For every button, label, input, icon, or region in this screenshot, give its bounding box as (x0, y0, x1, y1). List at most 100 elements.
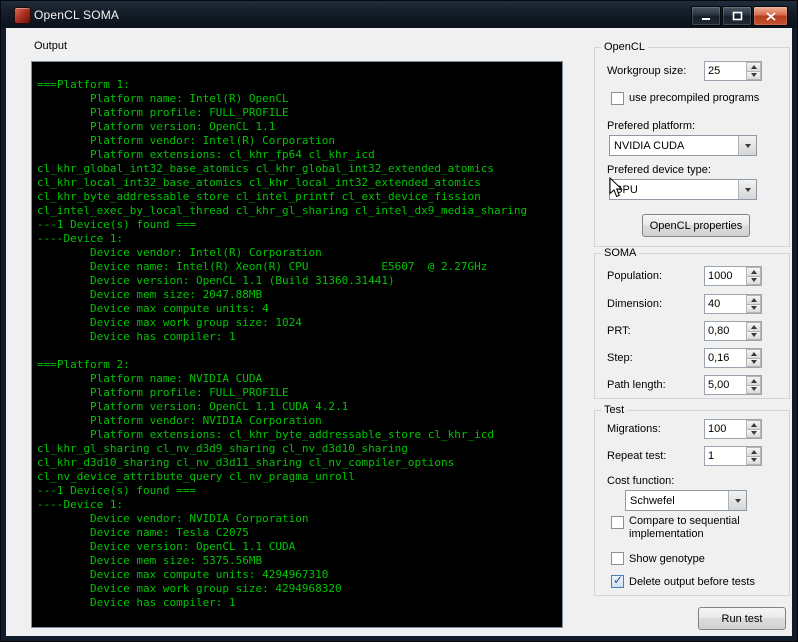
console-line: Platform name: Intel(R) OpenCL (37, 92, 289, 105)
precompiled-checkbox-label: use precompiled programs (629, 92, 760, 104)
group-test: Test Migrations: Repeat test: Cost funct… (594, 404, 790, 596)
close-button[interactable] (753, 6, 788, 26)
spin-down-button[interactable] (746, 304, 761, 313)
app-icon (14, 7, 31, 24)
console-line: ===Platform 1: (37, 78, 130, 91)
console-line: Device vendor: Intel(R) Corporation (37, 246, 322, 259)
repeat-test-input[interactable] (705, 447, 746, 465)
spin-down-button[interactable] (746, 331, 761, 340)
console-line: Device name: Intel(R) Xeon(R) CPU E5607 … (37, 260, 488, 273)
spin-up-button[interactable] (746, 322, 761, 332)
spin-up-button[interactable] (746, 447, 761, 457)
repeat-test-label: Repeat test: (607, 450, 667, 462)
console-line: Device max work group size: 1024 (37, 316, 302, 329)
console-line: cl_khr_local_int32_base_atomics cl_khr_l… (37, 176, 481, 189)
maximize-icon (732, 11, 742, 21)
opencl-properties-button[interactable]: OpenCL properties (642, 214, 750, 237)
migrations-input[interactable] (705, 420, 746, 438)
console-line: Platform vendor: Intel(R) Corporation (37, 134, 336, 147)
delete-output-checkbox[interactable] (611, 573, 624, 588)
console-line: Device name: Tesla C2075 (37, 526, 249, 539)
spin-up-button[interactable] (746, 420, 761, 430)
precompiled-checkbox[interactable] (611, 92, 624, 105)
console-line: Platform name: NVIDIA CUDA (37, 372, 263, 385)
spin-up-button[interactable] (746, 295, 761, 305)
spinners (746, 267, 761, 285)
migrations-stepper[interactable] (704, 419, 762, 439)
compare-sequential-checkbox[interactable] (611, 516, 624, 529)
spinners (746, 420, 761, 438)
workgroup-size-input[interactable] (705, 62, 746, 80)
spin-up-button[interactable] (746, 376, 761, 386)
console-line: cl_khr_byte_addressable_store cl_intel_p… (37, 190, 481, 203)
console-line: Device mem size: 2047.88MB (37, 288, 263, 301)
population-input[interactable] (705, 267, 746, 285)
console-line: Platform version: OpenCL 1.1 (37, 120, 276, 133)
chevron-down-icon (734, 498, 741, 503)
prt-input[interactable] (705, 322, 746, 340)
spin-down-button[interactable] (746, 385, 761, 394)
console-line: Device has compiler: 1 (37, 596, 236, 609)
console-line: Device has compiler: 1 (37, 330, 236, 343)
console-line: cl_khr_d3d10_sharing cl_nv_d3d11_sharing… (37, 456, 455, 469)
group-soma-title: SOMA (601, 247, 640, 259)
arrow-down-icon (750, 278, 757, 283)
console-line: Platform vendor: NVIDIA Corporation (37, 414, 322, 427)
group-soma: SOMA Population: Dimension: PRT: (594, 247, 790, 399)
spin-down-button[interactable] (746, 276, 761, 285)
console-line: ----Device 1: (37, 232, 124, 245)
cost-function-value: Schwefel (630, 494, 675, 507)
arrow-up-icon (750, 449, 757, 454)
console-line: Platform extensions: cl_khr_byte_address… (37, 428, 494, 441)
preferred-platform-select[interactable]: NVIDIA CUDA (609, 135, 757, 156)
preferred-device-type-label: Prefered device type: (607, 164, 711, 176)
cost-function-label: Cost function: (607, 475, 675, 487)
repeat-test-stepper[interactable] (704, 446, 762, 466)
console-line: Device mem size: 5375.56MB (37, 554, 263, 567)
prt-stepper[interactable] (704, 321, 762, 341)
population-stepper[interactable] (704, 266, 762, 286)
group-opencl-title: OpenCL (601, 41, 648, 53)
spin-down-button[interactable] (746, 71, 761, 80)
arrow-down-icon (750, 360, 757, 365)
window-title: OpenCL SOMA (34, 8, 120, 22)
dimension-stepper[interactable] (704, 294, 762, 314)
cost-function-select[interactable]: Schwefel (625, 490, 747, 511)
spin-up-button[interactable] (746, 62, 761, 72)
console-line: cl_nv_device_attribute_query cl_nv_pragm… (37, 470, 355, 483)
run-test-button[interactable]: Run test (698, 607, 786, 630)
console-output[interactable]: ===Platform 1: Platform name: Intel(R) O… (31, 61, 563, 628)
console-line: Device max work group size: 4294968320 (37, 582, 342, 595)
spin-down-button[interactable] (746, 358, 761, 367)
spinners (746, 322, 761, 340)
maximize-button[interactable] (722, 6, 752, 26)
show-genotype-checkbox[interactable] (611, 552, 624, 565)
spin-down-button[interactable] (746, 429, 761, 438)
arrow-down-icon (750, 333, 757, 338)
dropdown-button[interactable] (738, 136, 756, 155)
window-controls (691, 6, 788, 26)
spin-up-button[interactable] (746, 267, 761, 277)
chevron-down-icon (744, 143, 751, 148)
dropdown-button[interactable] (738, 180, 756, 199)
path-length-stepper[interactable] (704, 375, 762, 395)
minimize-button[interactable] (691, 6, 721, 26)
path-length-input[interactable] (705, 376, 746, 394)
title-bar[interactable]: OpenCL SOMA (1, 1, 797, 28)
dropdown-button[interactable] (728, 491, 746, 510)
minimize-icon (702, 17, 710, 20)
preferred-device-type-select[interactable]: GPU (609, 179, 757, 200)
workgroup-size-stepper[interactable] (704, 61, 762, 81)
step-input[interactable] (705, 349, 746, 367)
console-line: ---1 Device(s) found === (37, 218, 196, 231)
spin-up-button[interactable] (746, 349, 761, 359)
migrations-label: Migrations: (607, 423, 661, 435)
step-stepper[interactable] (704, 348, 762, 368)
dimension-input[interactable] (705, 295, 746, 313)
console-line: ---1 Device(s) found === (37, 484, 196, 497)
spin-down-button[interactable] (746, 456, 761, 465)
console-line: ===Platform 2: (37, 358, 130, 371)
arrow-up-icon (750, 378, 757, 383)
console-line: cl_khr_global_int32_base_atomics cl_khr_… (37, 162, 494, 175)
